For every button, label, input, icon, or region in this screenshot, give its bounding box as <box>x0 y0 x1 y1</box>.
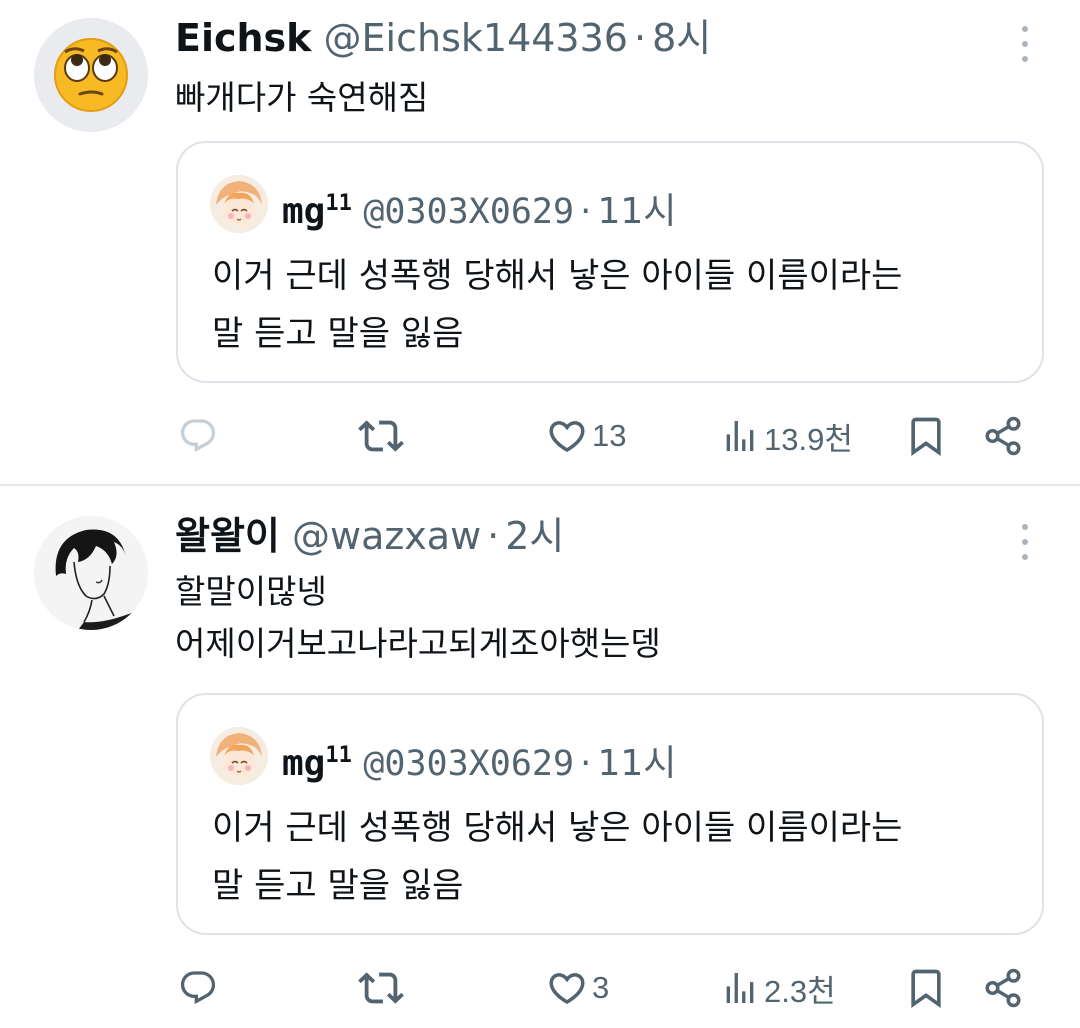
reply-icon <box>180 971 216 1005</box>
quoted-text-line: 말 듣고 말을 잃음 <box>212 314 464 354</box>
retweet-button[interactable] <box>358 958 404 1018</box>
separator-dot: · <box>487 514 500 558</box>
quoted-header: mg11 @0303X0629 · 11시 <box>282 179 676 237</box>
views-button[interactable]: 13.9천 <box>720 406 853 466</box>
like-button[interactable]: 3 <box>546 958 609 1018</box>
views-icon <box>726 973 754 1003</box>
retweet-button[interactable] <box>358 406 404 466</box>
quoted-name-text: mg <box>282 743 326 784</box>
like-count: 3 <box>592 970 610 1005</box>
author-handle[interactable]: @Eichsk144336 <box>324 16 628 60</box>
heart-icon <box>549 973 585 1005</box>
author-handle[interactable]: @wazxaw <box>292 514 481 558</box>
share-button[interactable] <box>982 406 1024 466</box>
anime-character-avatar-icon <box>210 175 268 233</box>
retweet-icon <box>358 420 404 452</box>
more-options-icon[interactable] <box>1010 522 1040 562</box>
anime-character-avatar-icon <box>210 727 268 785</box>
views-icon <box>726 421 754 451</box>
author-name[interactable]: Eichsk <box>175 16 311 60</box>
quoted-timestamp: 11시 <box>597 191 677 232</box>
quoted-avatar <box>210 727 268 785</box>
tweet-text-line: 빠개다가 숙연해짐 <box>175 78 429 117</box>
views-count: 2.3천 <box>764 973 836 1009</box>
separator-dot: · <box>580 743 592 784</box>
timestamp[interactable]: 2시 <box>505 514 564 558</box>
avatar[interactable] <box>34 516 148 630</box>
tweet-text-line: 어제이거보고나라고되게조아햇는뎅 <box>175 624 661 663</box>
quoted-text-line: 이거 근데 성폭행 당해서 낳은 아이들 이름이라는 <box>212 256 903 296</box>
tweet-header: 왈왈이 @wazxaw · 2시 <box>175 512 564 560</box>
quoted-name-sup: 11 <box>325 743 352 768</box>
quoted-author-handle: @0303X0629 <box>363 744 575 784</box>
tweet-text: 빠개다가 숙연해짐 <box>175 72 428 124</box>
bookmark-button[interactable] <box>904 406 948 466</box>
quoted-tweet[interactable]: mg11 @0303X0629 · 11시 이거 근데 성폭행 당해서 낳은 아이들… <box>176 693 1044 935</box>
quoted-text: 이거 근데 성폭행 당해서 낳은 아이들 이름이라는 말 듣고 말을 잃음 <box>212 799 902 915</box>
quoted-text: 이거 근데 성폭행 당해서 낳은 아이들 이름이라는 말 듣고 말을 잃음 <box>212 247 902 363</box>
heart-icon <box>549 421 585 453</box>
like-count: 13 <box>592 418 627 453</box>
action-bar: 3 2.3천 <box>0 958 1080 1018</box>
quoted-text-line: 이거 근데 성폭행 당해서 낳은 아이들 이름이라는 <box>212 808 903 848</box>
quoted-timestamp: 11시 <box>597 743 677 784</box>
bookmark-button[interactable] <box>904 958 948 1018</box>
like-button[interactable]: 13 <box>546 406 626 466</box>
quoted-author-name: mg11 <box>282 743 352 784</box>
tweet-2[interactable]: 왈왈이 @wazxaw · 2시 할말이많넹 어제이거보고나라고되게조아햇는뎅 mg… <box>0 486 1080 1028</box>
author-name[interactable]: 왈왈이 <box>175 514 280 558</box>
tweet-header: Eichsk @Eichsk144336 · 8시 <box>175 14 711 62</box>
quoted-avatar <box>210 175 268 233</box>
quoted-name-text: mg <box>282 191 326 232</box>
views-count: 13.9천 <box>764 421 853 457</box>
reply-icon <box>180 419 216 453</box>
separator-dot: · <box>633 16 647 60</box>
quoted-tweet[interactable]: mg11 @0303X0629 · 11시 이거 근데 성폭행 당해서 낳은 아이들… <box>176 141 1044 383</box>
more-options-icon[interactable] <box>1010 24 1040 64</box>
action-bar: 13 13.9천 <box>0 406 1080 466</box>
tweet-1[interactable]: Eichsk @Eichsk144336 · 8시 빠개다가 숙연해짐 mg11 @… <box>0 0 1080 484</box>
quoted-author-name: mg11 <box>282 191 352 232</box>
quoted-text-line: 말 듣고 말을 잃음 <box>212 866 464 906</box>
manga-sketch-avatar-icon <box>34 516 148 630</box>
quoted-author-handle: @0303X0629 <box>363 192 575 232</box>
share-icon <box>985 968 1021 1008</box>
bookmark-icon <box>911 969 941 1009</box>
tweet-text-line: 할말이많넹 <box>175 572 327 611</box>
separator-dot: · <box>580 191 592 232</box>
tweet-text: 할말이많넹 어제이거보고나라고되게조아햇는뎅 <box>175 566 661 670</box>
retweet-icon <box>358 972 404 1004</box>
reply-button[interactable] <box>178 958 218 1018</box>
bookmark-icon <box>911 417 941 457</box>
share-button[interactable] <box>982 958 1024 1018</box>
reply-button[interactable] <box>178 406 218 466</box>
quoted-name-sup: 11 <box>325 191 352 216</box>
rolling-eyes-emoji-icon <box>34 18 148 132</box>
quoted-header: mg11 @0303X0629 · 11시 <box>282 731 676 789</box>
avatar[interactable] <box>34 18 148 132</box>
share-icon <box>985 416 1021 456</box>
timestamp[interactable]: 8시 <box>652 16 711 60</box>
views-button[interactable]: 2.3천 <box>720 958 836 1018</box>
